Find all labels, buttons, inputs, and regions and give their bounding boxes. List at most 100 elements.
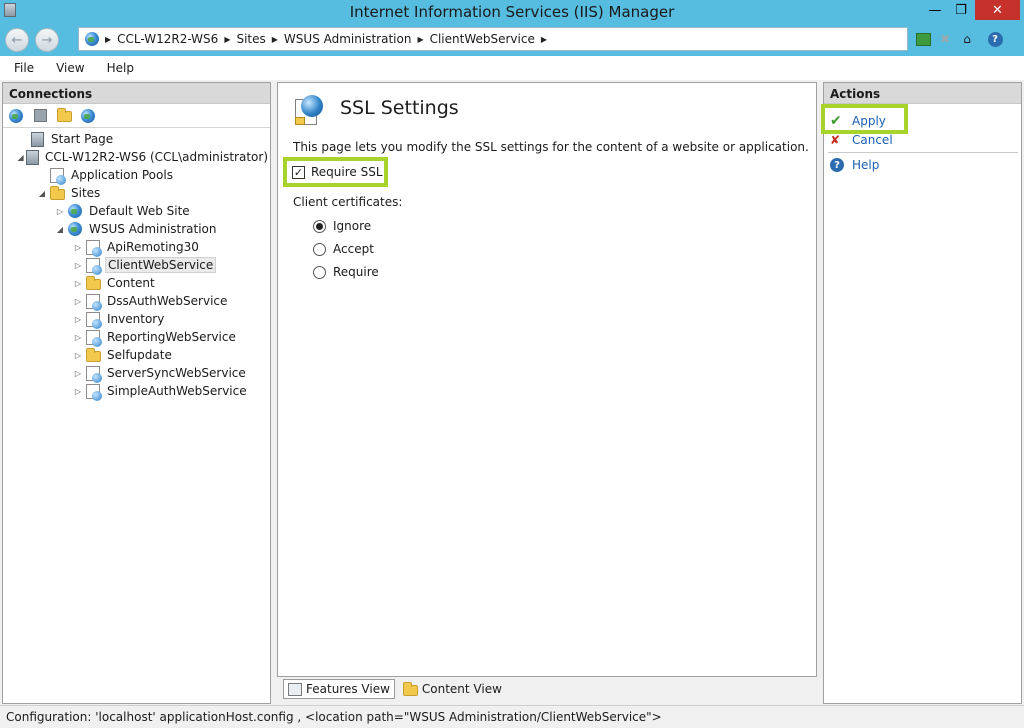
tree-item-label: ClientWebService <box>105 257 217 273</box>
breadcrumb-dropdown-arrow[interactable]: ▶ <box>541 35 547 44</box>
tree-item-apiremoting30[interactable]: ▷ ApiRemoting30 <box>3 238 270 257</box>
view-tabs: Features View Content View <box>283 679 506 701</box>
connect-icon[interactable] <box>7 107 25 125</box>
breadcrumb-sites[interactable]: Sites <box>236 32 265 46</box>
tree-item-serversyncwebservice[interactable]: ▷ ServerSyncWebService <box>3 364 270 383</box>
radio-require-label: Require <box>333 265 379 279</box>
tree-item-default-web-site[interactable]: ▷ Default Web Site <box>3 202 270 220</box>
website-globe-icon <box>67 221 83 237</box>
close-button[interactable]: ✕ <box>975 0 1020 20</box>
breadcrumb-clientwebservice[interactable]: ClientWebService <box>430 32 535 46</box>
connections-toolbar <box>3 104 270 128</box>
tree-expander-icon[interactable]: ▷ <box>55 207 65 216</box>
breadcrumb-separator: ▶ <box>417 34 424 44</box>
help-icon: ? <box>830 158 844 172</box>
tree-expander-icon[interactable]: ▷ <box>73 261 83 270</box>
tree-expander-icon[interactable]: ▷ <box>73 315 83 324</box>
tree-item-sites[interactable]: ◢ Sites <box>3 184 270 202</box>
breadcrumb-server[interactable]: CCL-W12R2-WS6 <box>117 32 218 46</box>
title-bar: Internet Information Services (IIS) Mana… <box>0 0 1024 24</box>
refresh-icon[interactable] <box>914 30 932 48</box>
tree-item-label: ReportingWebService <box>107 330 236 344</box>
tree-item-reportingwebservice[interactable]: ▷ ReportingWebService <box>3 328 270 347</box>
tree-item-ccl-w12r2-ws6-ccl-administrator[interactable]: ◢ CCL-W12R2-WS6 (CCL\administrator) <box>3 148 270 166</box>
radio-accept[interactable] <box>313 242 326 256</box>
web-application-icon <box>85 293 102 311</box>
forward-button[interactable]: → <box>35 28 59 52</box>
cancel-action[interactable]: ✘ Cancel <box>830 133 893 147</box>
tab-features-view-label: Features View <box>306 682 390 696</box>
status-bar: Configuration: 'localhost' applicationHo… <box>0 705 1024 728</box>
radio-ignore-label: Ignore <box>333 219 372 233</box>
tree-item-simpleauthwebservice[interactable]: ▷ SimpleAuthWebService <box>3 382 270 401</box>
tree-item-content[interactable]: ▷ Content <box>3 274 270 292</box>
radio-ignore-row[interactable]: Ignore <box>313 219 371 233</box>
tree-item-label: Selfupdate <box>107 348 172 362</box>
breadcrumb-separator: ▶ <box>271 34 278 44</box>
tree-expander-icon[interactable]: ▷ <box>73 297 83 306</box>
stop-icon[interactable]: ✖ <box>936 30 954 48</box>
tab-content-view[interactable]: Content View <box>399 679 506 699</box>
tree-item-label: WSUS Administration <box>89 222 217 236</box>
web-application-icon <box>85 329 102 347</box>
tree-expander-icon[interactable]: ▷ <box>73 387 83 396</box>
menu-help[interactable]: Help <box>107 61 134 75</box>
require-ssl-label: Require SSL <box>311 165 383 179</box>
tree-expander-icon[interactable]: ◢ <box>37 189 47 198</box>
tree-expander-icon[interactable]: ◢ <box>55 225 65 234</box>
minimize-button[interactable]: — <box>922 0 948 20</box>
tree-expander-icon[interactable]: ▷ <box>73 243 83 252</box>
radio-ignore[interactable] <box>313 219 326 233</box>
tree-item-selfupdate[interactable]: ▷ Selfupdate <box>3 346 270 364</box>
disconnect-icon[interactable] <box>79 107 97 125</box>
web-application-icon <box>85 383 102 401</box>
web-application-icon <box>85 311 102 329</box>
cancel-link[interactable]: Cancel <box>852 133 893 147</box>
folder-icon <box>85 347 101 363</box>
tree-item-label: Content <box>107 276 155 290</box>
save-icon[interactable] <box>31 107 49 125</box>
maximize-button[interactable]: ❐ <box>948 0 974 20</box>
tree-expander-icon[interactable]: ▷ <box>73 279 83 288</box>
folder-icon <box>85 275 101 291</box>
radio-require-row[interactable]: Require <box>313 265 379 279</box>
tree-item-inventory[interactable]: ▷ Inventory <box>3 310 270 329</box>
breadcrumb-separator: ▶ <box>105 34 112 44</box>
radio-require[interactable] <box>313 265 326 279</box>
up-folder-icon[interactable] <box>55 107 73 125</box>
menu-view[interactable]: View <box>56 61 84 75</box>
tree-item-label: ApiRemoting30 <box>107 240 199 254</box>
back-button[interactable]: ← <box>5 28 29 52</box>
tree-expander-icon[interactable]: ▷ <box>73 351 83 360</box>
tree-item-wsus-administration[interactable]: ◢ WSUS Administration <box>3 220 270 238</box>
help-link[interactable]: Help <box>852 158 879 172</box>
menu-file[interactable]: File <box>14 61 34 75</box>
address-bar[interactable]: ▶ CCL-W12R2-WS6 ▶ Sites ▶ WSUS Administr… <box>78 27 908 51</box>
home-icon[interactable]: ⌂ <box>958 30 976 48</box>
tab-features-view[interactable]: Features View <box>283 679 395 699</box>
help-action[interactable]: ? Help <box>830 158 879 172</box>
require-ssl-checkbox-row[interactable]: ✓ Require SSL <box>292 165 383 179</box>
tree-expander-icon[interactable]: ▷ <box>73 333 83 342</box>
tree-item-dssauthwebservice[interactable]: ▷ DssAuthWebService <box>3 292 270 311</box>
tree-item-start-page[interactable]: Start Page <box>3 130 270 148</box>
arrow-left-icon: ← <box>11 32 23 48</box>
tree-expander-icon[interactable]: ▷ <box>73 369 83 378</box>
tree-item-label: Sites <box>71 186 101 200</box>
apply-link[interactable]: Apply <box>852 114 886 128</box>
web-application-icon <box>85 365 102 383</box>
help-menu-icon[interactable]: ? <box>986 30 1004 48</box>
tree-item-label: CCL-W12R2-WS6 (CCL\administrator) <box>45 150 268 164</box>
tree-item-clientwebservice[interactable]: ▷ ClientWebService <box>3 256 270 275</box>
breadcrumb-wsus-administration[interactable]: WSUS Administration <box>284 32 412 46</box>
page-title: SSL Settings <box>340 97 459 119</box>
tree-item-application-pools[interactable]: Application Pools <box>3 166 270 185</box>
tree-expander-icon[interactable]: ◢ <box>17 153 24 162</box>
require-ssl-checkbox[interactable]: ✓ <box>292 165 305 179</box>
tree-item-label: SimpleAuthWebService <box>107 384 247 398</box>
cancel-x-icon: ✘ <box>830 133 841 147</box>
apply-action[interactable]: ✔ Apply <box>830 113 886 129</box>
radio-accept-row[interactable]: Accept <box>313 242 374 256</box>
feature-pane: SSL Settings This page lets you modify t… <box>277 82 817 677</box>
connections-tree: Start Page ◢ CCL-W12R2-WS6 (CCL\administra… <box>3 128 270 401</box>
